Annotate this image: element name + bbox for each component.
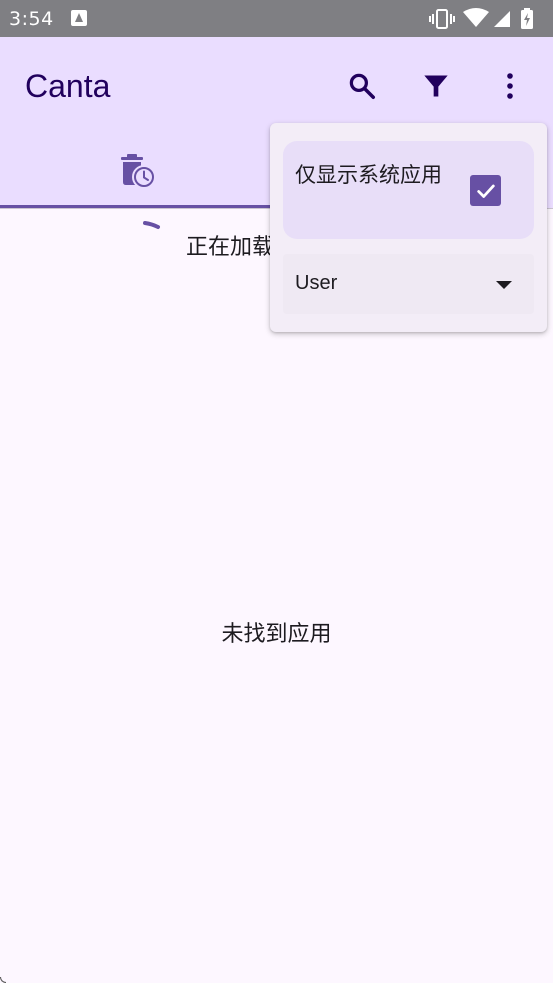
filter-button[interactable] — [412, 62, 460, 110]
app-bar: Canta — [0, 37, 553, 135]
more-vert-icon — [507, 73, 513, 99]
system-apps-only-toggle[interactable]: 仅显示系统应用 — [283, 141, 534, 239]
system-apps-checkbox[interactable] — [470, 175, 501, 206]
status-bar: 3:54 — [0, 0, 553, 37]
uninstalled-history-icon — [121, 154, 156, 189]
signal-icon — [494, 11, 510, 27]
system-apps-only-label: 仅显示系统应用 — [295, 163, 442, 187]
screen-corner — [0, 977, 6, 983]
dropdown-arrow-icon — [496, 281, 512, 289]
loading-text: 正在加载 — [186, 235, 275, 260]
filter-menu: 仅显示系统应用 User — [270, 123, 547, 332]
notification-a-icon — [71, 10, 87, 26]
search-icon — [349, 73, 375, 99]
loading-spinner-icon — [143, 221, 160, 229]
empty-state-text: 未找到应用 — [221, 622, 332, 647]
battery-icon — [521, 8, 533, 29]
search-button[interactable] — [338, 62, 386, 110]
status-time: 3:54 — [9, 8, 54, 30]
wifi-icon — [463, 8, 489, 27]
tab-uninstalled[interactable] — [0, 135, 276, 209]
app-type-dropdown[interactable]: User — [283, 254, 534, 314]
vibrate-icon — [429, 9, 455, 29]
more-options-button[interactable] — [486, 62, 534, 110]
check-icon — [476, 184, 495, 198]
filter-icon — [424, 75, 448, 97]
app-type-dropdown-value: User — [295, 272, 338, 294]
app-title: Canta — [25, 68, 111, 104]
